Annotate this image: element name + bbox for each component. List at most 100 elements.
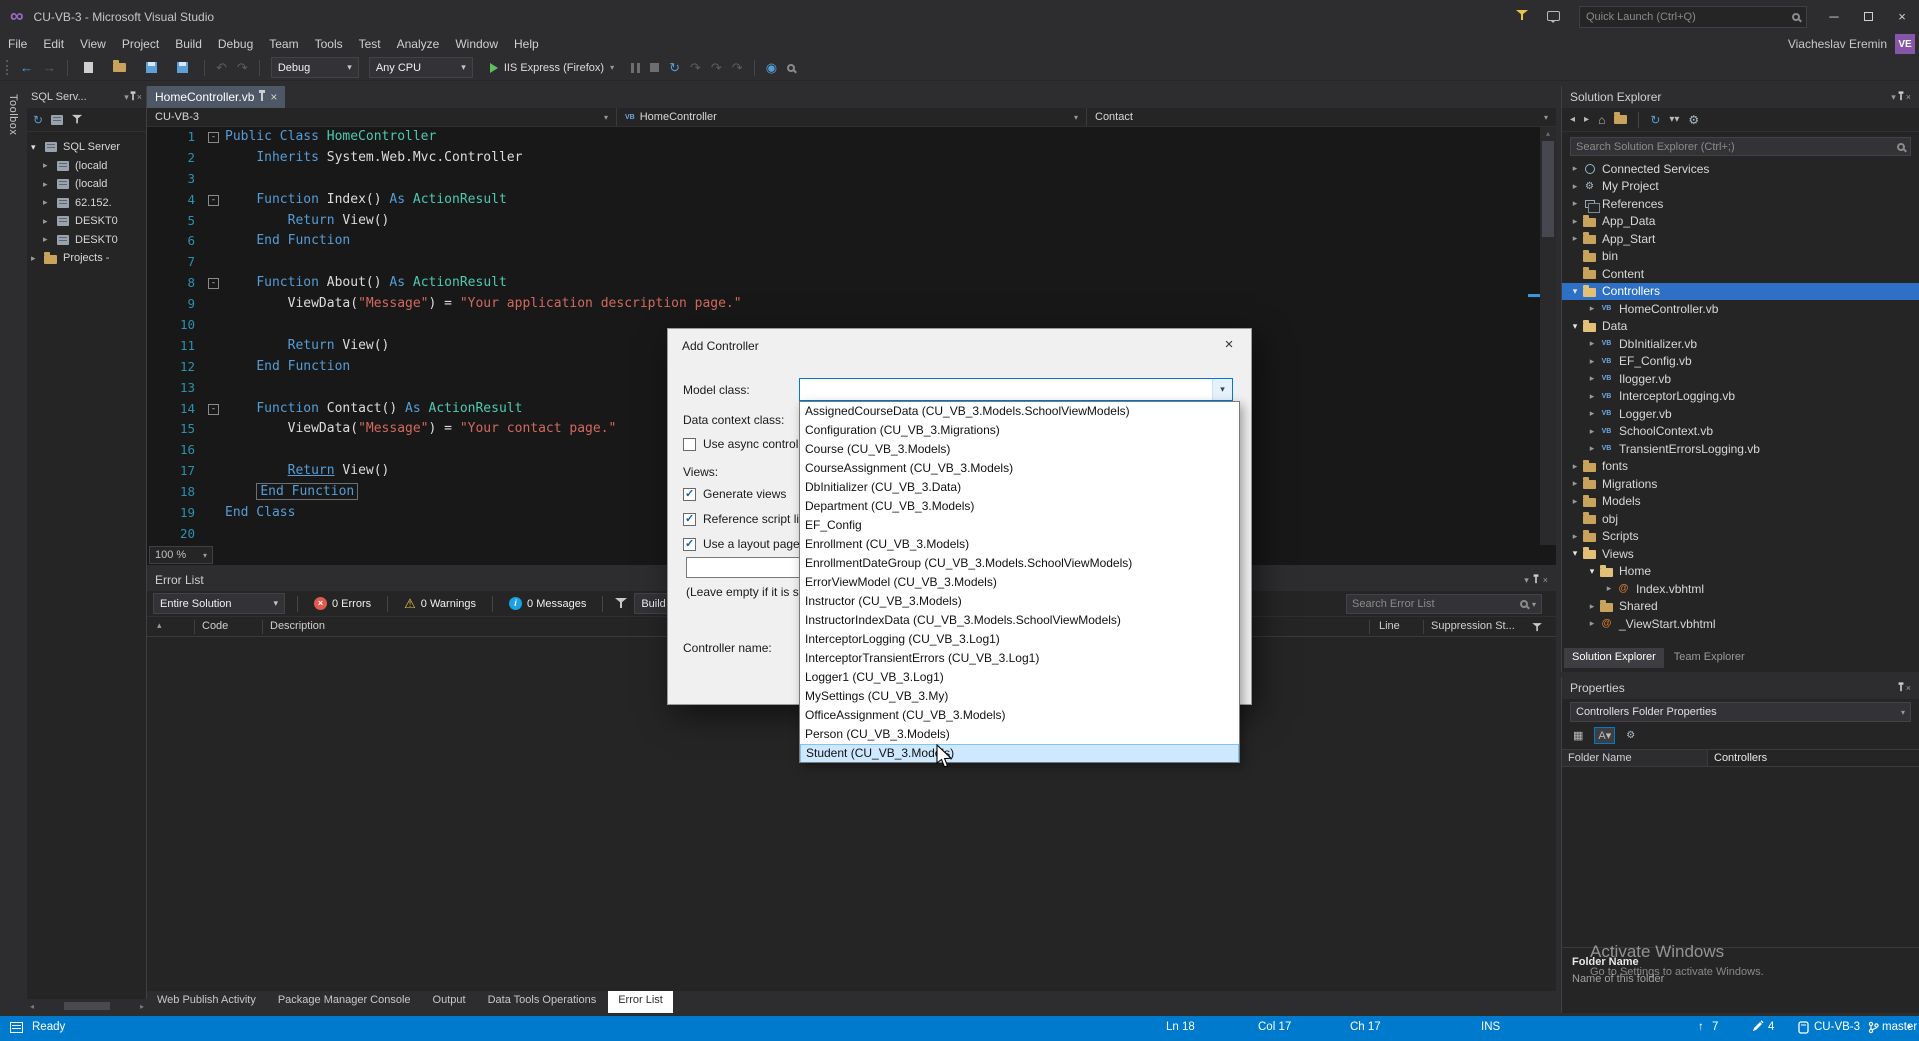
close-icon[interactable]: ×: [1543, 575, 1548, 585]
edits-pencil-icon[interactable]: [1752, 1020, 1764, 1035]
navigate-back-icon[interactable]: ←: [20, 60, 33, 75]
expand-icon[interactable]: ▸: [1585, 303, 1599, 314]
tree-item-sql-server[interactable]: ▾ SQL Server: [27, 138, 146, 157]
model-option-instructorindexdata-cu-vb-3-models-schoolviewmodels[interactable]: InstructorIndexData (CU_VB_3.Models.Scho…: [800, 611, 1239, 630]
scroll-right-icon[interactable]: ▸: [140, 1002, 144, 1011]
code-line[interactable]: 9 ViewData("Message") = "Your applicatio…: [147, 294, 1540, 315]
model-option-department-cu-vb-3-models[interactable]: Department (CU_VB_3.Models): [800, 497, 1239, 516]
scroll-left-icon[interactable]: ◂: [30, 1002, 34, 1011]
menu-test[interactable]: Test: [351, 33, 389, 55]
pin-icon[interactable]: [1898, 91, 1904, 101]
scope-dropdown[interactable]: Entire Solution ▾: [153, 593, 285, 614]
expand-icon[interactable]: ▾: [1568, 321, 1582, 332]
branch-name[interactable]: master: [1882, 1021, 1917, 1033]
column-suppression[interactable]: Suppression St...: [1431, 620, 1515, 632]
collapse-box-icon[interactable]: -: [208, 403, 219, 415]
code-line[interactable]: 4 - Function Index() As ActionResult: [147, 190, 1540, 211]
code-line[interactable]: 2 Inherits System.Web.Mvc.Controller: [147, 148, 1540, 169]
warnings-filter-button[interactable]: ⚠ 0 Warnings: [400, 597, 480, 610]
messages-filter-button[interactable]: i 0 Messages: [505, 597, 590, 610]
model-class-combobox[interactable]: ▾: [799, 378, 1233, 401]
tree-item-connected-services[interactable]: ▸ Connected Services: [1562, 160, 1919, 178]
window-position-icon[interactable]: ▾: [1524, 575, 1529, 586]
navigate-forward-icon[interactable]: →: [43, 60, 56, 75]
notifications-funnel-icon[interactable]: [1516, 9, 1529, 24]
generate-views-checkbox[interactable]: [683, 487, 696, 501]
sync-with-active-document-icon[interactable]: ↻: [1650, 113, 1660, 127]
pin-icon[interactable]: [259, 90, 266, 101]
save-icon[interactable]: [141, 62, 162, 73]
model-option-student-cu-vb-3-models[interactable]: Student (CU_VB_3.Models): [800, 744, 1239, 762]
model-option-assignedcoursedata-cu-vb-3-models-schoolviewmodels[interactable]: AssignedCourseData (CU_VB_3.Models.Schoo…: [800, 402, 1239, 421]
properties-object-dropdown[interactable]: Controllers Folder Properties ▾: [1570, 702, 1911, 722]
expand-icon[interactable]: ▸: [43, 234, 55, 245]
expand-icon[interactable]: ▸: [43, 197, 55, 208]
errors-filter-button[interactable]: × 0 Errors: [310, 597, 375, 610]
code-line[interactable]: 5 Return View(): [147, 211, 1540, 232]
fold-collapse-icon[interactable]: -: [205, 190, 225, 211]
fold-collapse-icon[interactable]: -: [205, 127, 225, 148]
edits-count[interactable]: 4: [1768, 1021, 1774, 1033]
collapse-box-icon[interactable]: -: [208, 132, 219, 143]
tree-item-index-vbhtml[interactable]: ▸ @ Index.vbhtml: [1562, 580, 1919, 598]
type-dropdown[interactable]: VB HomeController ▾: [617, 108, 1087, 126]
tree-item-obj[interactable]: obj: [1562, 510, 1919, 528]
tree-item-app-data[interactable]: ▸ App_Data: [1562, 213, 1919, 231]
expand-icon[interactable]: ▸: [1585, 356, 1599, 367]
expand-icon[interactable]: ▾: [1568, 286, 1582, 297]
scrollbar-thumb[interactable]: [1542, 141, 1554, 237]
step-out-icon[interactable]: ↷: [732, 60, 743, 76]
expand-icon[interactable]: ▸: [1568, 233, 1582, 244]
tab-homecontroller-vb[interactable]: HomeController.vb ×: [147, 86, 286, 108]
tree-item-fonts[interactable]: ▸ fonts: [1562, 458, 1919, 476]
expand-icon[interactable]: ▸: [1585, 443, 1599, 454]
close-icon[interactable]: ×: [1906, 683, 1911, 693]
find-in-files-icon[interactable]: [787, 63, 796, 72]
expand-icon[interactable]: ▸: [1568, 496, 1582, 507]
model-option-errorviewmodel-cu-vb-3-models[interactable]: ErrorViewModel (CU_VB_3.Models): [800, 573, 1239, 592]
collapse-box-icon[interactable]: -: [208, 194, 219, 206]
step-over-icon[interactable]: ↷: [711, 60, 722, 76]
tree-item-locald[interactable]: ▸ (locald: [27, 175, 146, 194]
tree-item-logger-vb[interactable]: ▸ VB Logger.vb: [1562, 405, 1919, 423]
maximize-button[interactable]: [1851, 0, 1885, 33]
menu-project[interactable]: Project: [114, 33, 167, 55]
expand-icon[interactable]: ▾: [1568, 548, 1582, 559]
properties-gear-icon[interactable]: ⚙: [1688, 113, 1699, 127]
model-option-configuration-cu-vb-3-migrations[interactable]: Configuration (CU_VB_3.Migrations): [800, 421, 1239, 440]
expand-icon[interactable]: ▸: [1585, 338, 1599, 349]
code-line[interactable]: 1 - Public Class HomeController: [147, 127, 1540, 148]
close-icon[interactable]: ×: [270, 90, 277, 104]
menu-analyze[interactable]: Analyze: [389, 33, 448, 55]
code-line[interactable]: 6 End Function: [147, 231, 1540, 252]
code-line[interactable]: 3: [147, 169, 1540, 190]
tree-item-transienterrorslogging-vb[interactable]: ▸ VB TransientErrorsLogging.vb: [1562, 440, 1919, 458]
back-icon[interactable]: ◂: [1570, 114, 1575, 125]
member-dropdown[interactable]: Contact ▾: [1087, 108, 1556, 126]
tree-item-interceptorlogging-vb[interactable]: ▸ VB InterceptorLogging.vb: [1562, 388, 1919, 406]
toolbar-grip[interactable]: [6, 60, 9, 75]
expand-icon[interactable]: ▸: [1585, 373, 1599, 384]
expand-icon[interactable]: ▸: [1568, 198, 1582, 209]
expand-icon[interactable]: ▸: [1585, 408, 1599, 419]
save-all-icon[interactable]: [172, 62, 193, 73]
model-option-dbinitializer-cu-vb-3-data[interactable]: DbInitializer (CU_VB_3.Data): [800, 478, 1239, 497]
panel-tab-solution-explorer[interactable]: Solution Explorer: [1564, 648, 1664, 668]
repo-name[interactable]: CU-VB-3: [1814, 1021, 1860, 1033]
push-icon[interactable]: ↑: [1698, 1021, 1704, 1033]
menu-build[interactable]: Build: [167, 33, 210, 55]
model-option-officeassignment-cu-vb-3-models[interactable]: OfficeAssignment (CU_VB_3.Models): [800, 706, 1239, 725]
tree-item-ilogger-vb[interactable]: ▸ VB Ilogger.vb: [1562, 370, 1919, 388]
model-option-enrollment-cu-vb-3-models[interactable]: Enrollment (CU_VB_3.Models): [800, 535, 1239, 554]
zoom-dropdown[interactable]: 100 % ▾: [149, 546, 213, 564]
tree-item-content[interactable]: Content: [1562, 265, 1919, 283]
horizontal-scrollbar[interactable]: ◂ ▸: [27, 999, 147, 1013]
redo-icon[interactable]: ↷: [237, 60, 248, 76]
expand-icon[interactable]: ▸: [1568, 531, 1582, 542]
window-position-icon[interactable]: ▾: [1891, 92, 1896, 103]
new-file-icon[interactable]: [79, 62, 98, 73]
model-option-person-cu-vb-3-models[interactable]: Person (CU_VB_3.Models): [800, 725, 1239, 744]
expand-icon[interactable]: ▸: [31, 253, 43, 264]
expand-icon[interactable]: ▸: [1585, 601, 1599, 612]
tree-item-62-152[interactable]: ▸ 62.152.: [27, 194, 146, 213]
